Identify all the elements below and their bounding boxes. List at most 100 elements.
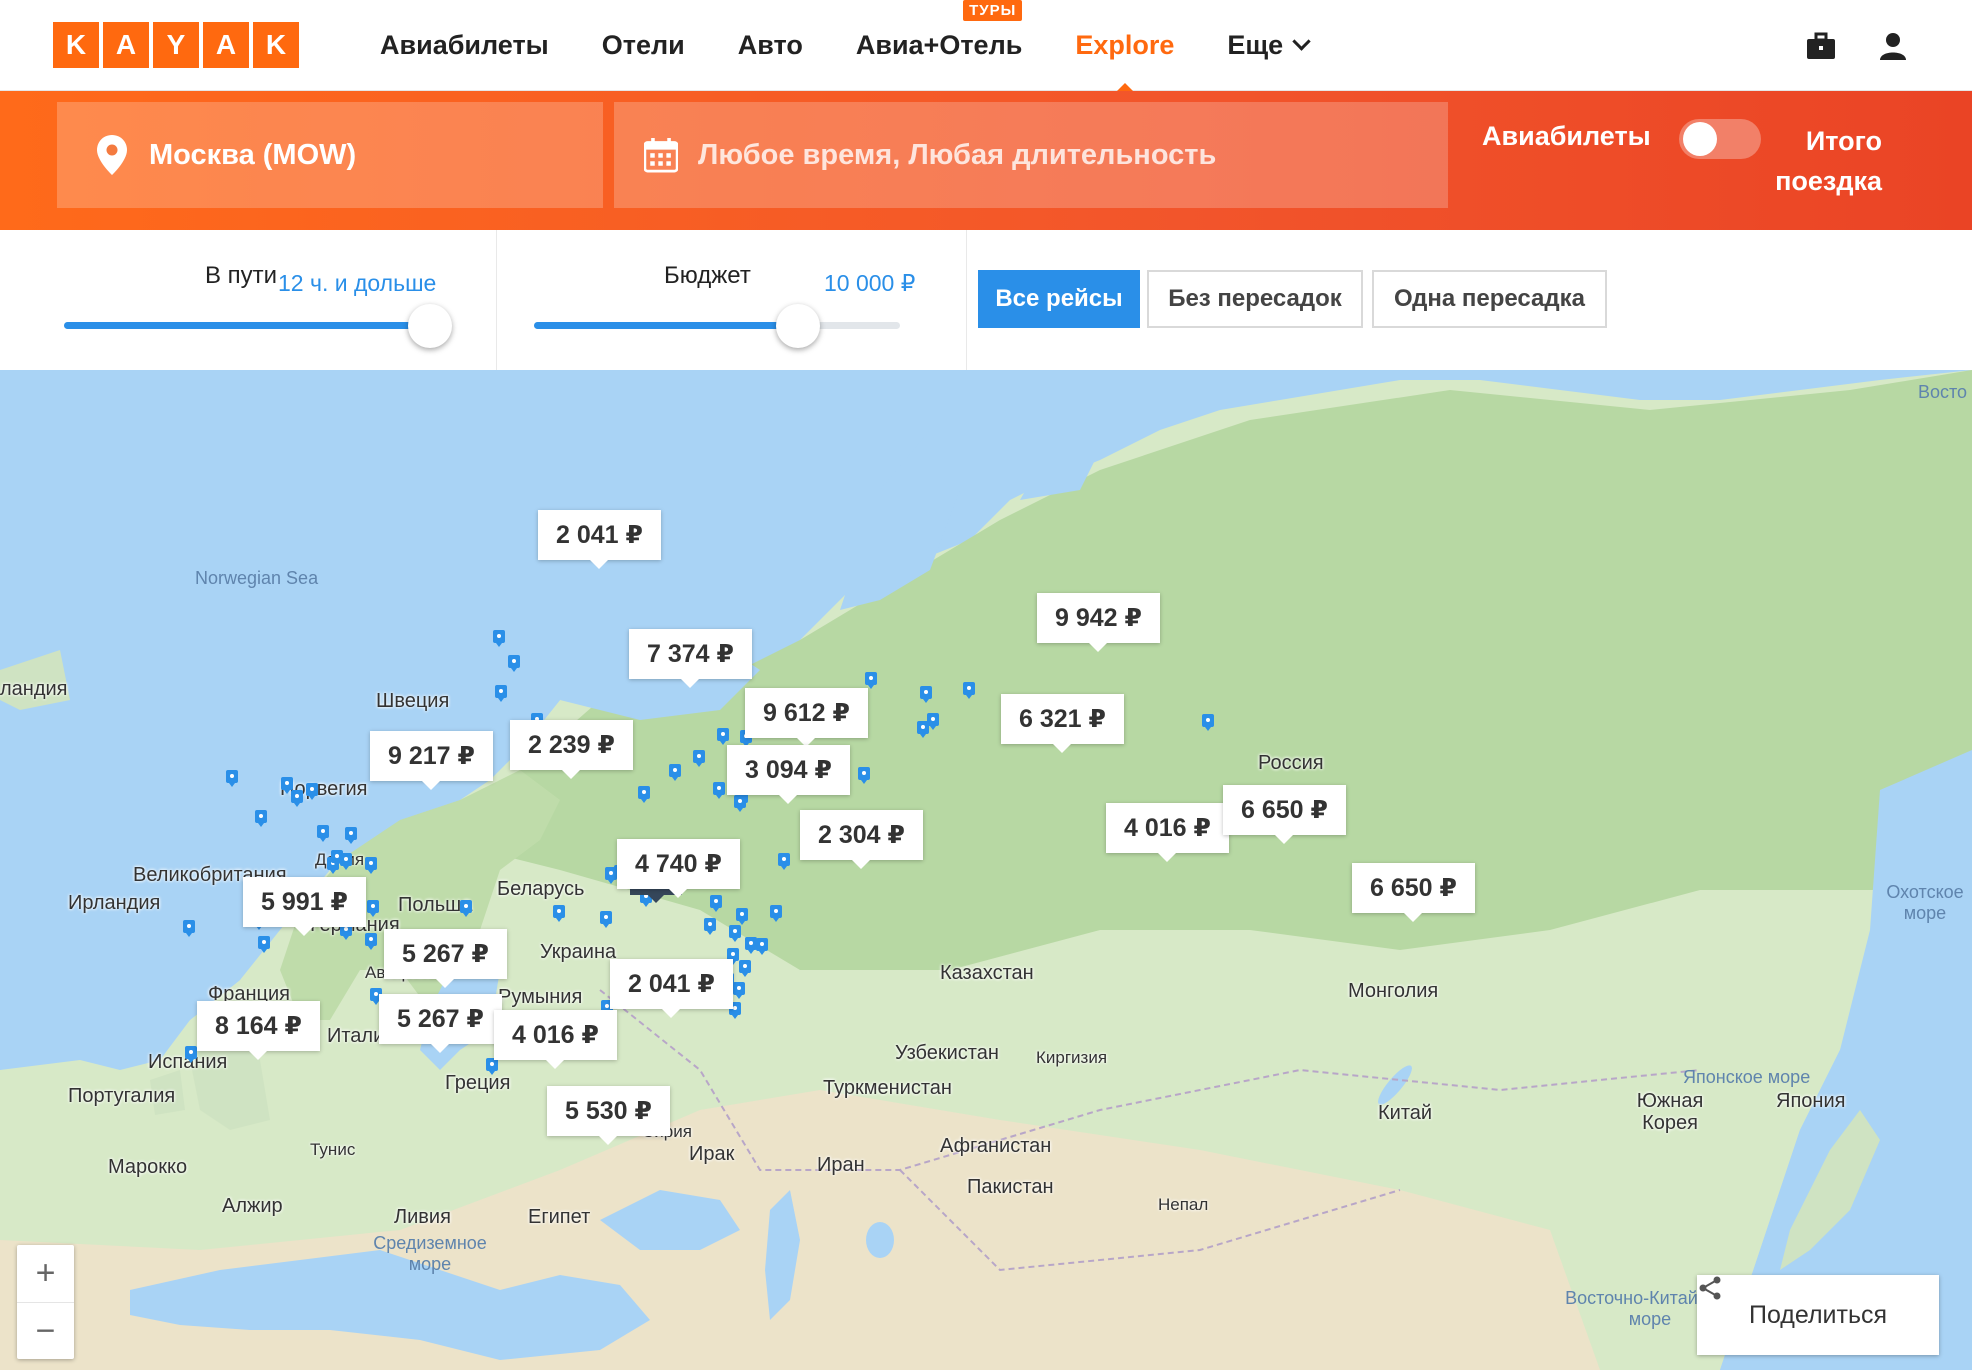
nav-hotels[interactable]: Отели	[602, 30, 685, 61]
destination-pin[interactable]	[704, 918, 716, 935]
price-tag[interactable]: 2 239 ₽	[510, 720, 633, 779]
duration-label: В пути	[205, 262, 278, 289]
price-tag[interactable]: 5 991 ₽	[243, 877, 366, 936]
country-label: Украина	[540, 941, 617, 963]
price-tag[interactable]: 2 041 ₽	[538, 510, 661, 569]
destination-pin[interactable]	[739, 960, 751, 977]
destination-pin[interactable]	[734, 795, 746, 812]
price-tag[interactable]: 5 267 ₽	[379, 994, 502, 1053]
destination-pin[interactable]	[605, 867, 617, 884]
kayak-logo[interactable]: K A Y A K	[53, 22, 299, 68]
total-trip-toggle[interactable]	[1679, 119, 1761, 159]
country-label: Швеция	[376, 690, 450, 712]
price-tag[interactable]: 2 304 ₽	[800, 810, 923, 869]
toggle-knob	[1683, 122, 1717, 156]
destination-pin[interactable]	[920, 686, 932, 703]
price-tag[interactable]: 6 650 ₽	[1223, 785, 1346, 844]
destination-pin[interactable]	[185, 1046, 197, 1063]
destination-pin[interactable]	[291, 790, 303, 807]
toggle-flights-label: Авиабилеты	[1482, 121, 1651, 151]
nonstop-button[interactable]: Без пересадок	[1147, 270, 1363, 328]
destination-pin[interactable]	[460, 900, 472, 917]
destination-pin[interactable]	[600, 911, 612, 928]
destination-pin[interactable]	[331, 850, 343, 867]
destination-pin[interactable]	[858, 767, 870, 784]
destination-pin[interactable]	[365, 857, 377, 874]
budget-slider-handle[interactable]	[775, 304, 820, 348]
country-label: Беларусь	[497, 878, 585, 900]
all-flights-button[interactable]: Все рейсы	[978, 270, 1140, 328]
destination-pin[interactable]	[736, 908, 748, 925]
duration-slider[interactable]	[64, 322, 430, 329]
sea-label: Средиземное море	[373, 1233, 487, 1274]
price-tag[interactable]: 4 016 ₽	[1106, 803, 1229, 862]
price-tag[interactable]: 2 041 ₽	[610, 959, 733, 1018]
price-tag[interactable]: 9 942 ₽	[1037, 593, 1160, 652]
destination-pin[interactable]	[729, 925, 741, 942]
destination-pin[interactable]	[717, 728, 729, 745]
destination-pin[interactable]	[317, 825, 329, 842]
destination-pin[interactable]	[778, 853, 790, 870]
destination-pin[interactable]	[281, 777, 293, 794]
destination-pin[interactable]	[638, 786, 650, 803]
zoom-out-button[interactable]: −	[17, 1302, 74, 1360]
destination-pin[interactable]	[713, 782, 725, 799]
destination-pin[interactable]	[306, 783, 318, 800]
price-tag[interactable]: 8 164 ₽	[197, 1001, 320, 1060]
destination-pin[interactable]	[345, 827, 357, 844]
user-icon[interactable]	[1877, 30, 1909, 62]
destination-pin[interactable]	[770, 905, 782, 922]
destination-pin[interactable]	[963, 682, 975, 699]
duration-slider-handle[interactable]	[408, 304, 452, 348]
destination-pin[interactable]	[226, 770, 238, 787]
nav-flights[interactable]: Авиабилеты	[380, 30, 549, 61]
briefcase-icon[interactable]	[1805, 30, 1837, 62]
country-label: Япония	[1776, 1090, 1846, 1112]
destination-pin[interactable]	[183, 920, 195, 937]
nav-flight-hotel[interactable]: Авиа+Отель ТУРЫ	[855, 0, 1023, 61]
nav-more-label: Еще	[1227, 29, 1284, 60]
destination-pin[interactable]	[865, 672, 877, 689]
price-tag[interactable]: 9 612 ₽	[745, 688, 868, 747]
price-tag[interactable]: 4 740 ₽	[617, 839, 740, 898]
nav-more[interactable]: Еще	[1227, 29, 1311, 61]
share-button[interactable]: Поделиться	[1697, 1275, 1939, 1355]
destination-pin[interactable]	[733, 982, 745, 999]
price-tag[interactable]: 5 267 ₽	[384, 929, 507, 988]
country-label: Туркменистан	[823, 1077, 952, 1099]
logo-letter: K	[253, 22, 299, 68]
destination-pin[interactable]	[367, 900, 379, 917]
zoom-in-button[interactable]: +	[17, 1245, 74, 1302]
price-tag[interactable]: 6 321 ₽	[1001, 694, 1124, 753]
destination-pin[interactable]	[508, 655, 520, 672]
price-tag[interactable]: 7 374 ₽	[629, 629, 752, 688]
price-tag[interactable]: 3 094 ₽	[727, 745, 850, 804]
price-tag[interactable]: 6 650 ₽	[1352, 863, 1475, 922]
destination-pin[interactable]	[669, 764, 681, 781]
nav-cars[interactable]: Авто	[738, 30, 803, 61]
destination-pin[interactable]	[927, 713, 939, 730]
logo-letter: A	[103, 22, 149, 68]
destination-pin[interactable]	[493, 630, 505, 647]
price-tag[interactable]: 5 530 ₽	[547, 1086, 670, 1145]
nav-flight-hotel-label: Авиа+Отель	[855, 29, 1023, 60]
destination-pin[interactable]	[1202, 714, 1214, 731]
total-trip-toggle-group: Авиабилеты Итого поездка	[1482, 119, 1882, 211]
dates-field[interactable]: Любое время, Любая длительность	[614, 102, 1448, 208]
destination-pin[interactable]	[553, 905, 565, 922]
price-tag[interactable]: 9 217 ₽	[370, 731, 493, 790]
destination-pin[interactable]	[756, 938, 768, 955]
one-stop-button[interactable]: Одна пересадка	[1372, 270, 1607, 328]
country-label: Марокко	[108, 1156, 188, 1178]
destination-pin[interactable]	[255, 810, 267, 827]
destination-pin[interactable]	[365, 933, 377, 950]
budget-slider[interactable]	[534, 322, 900, 329]
nav-explore[interactable]: Explore	[1075, 30, 1174, 95]
price-tag[interactable]: 4 016 ₽	[494, 1010, 617, 1069]
origin-field[interactable]: Москва (MOW)	[57, 102, 603, 208]
destination-pin[interactable]	[495, 685, 507, 702]
explore-map[interactable]: ландия Швеция Норвегия Дания Великобрита…	[0, 370, 1972, 1370]
destination-pin[interactable]	[710, 895, 722, 912]
destination-pin[interactable]	[258, 936, 270, 953]
destination-pin[interactable]	[693, 750, 705, 767]
